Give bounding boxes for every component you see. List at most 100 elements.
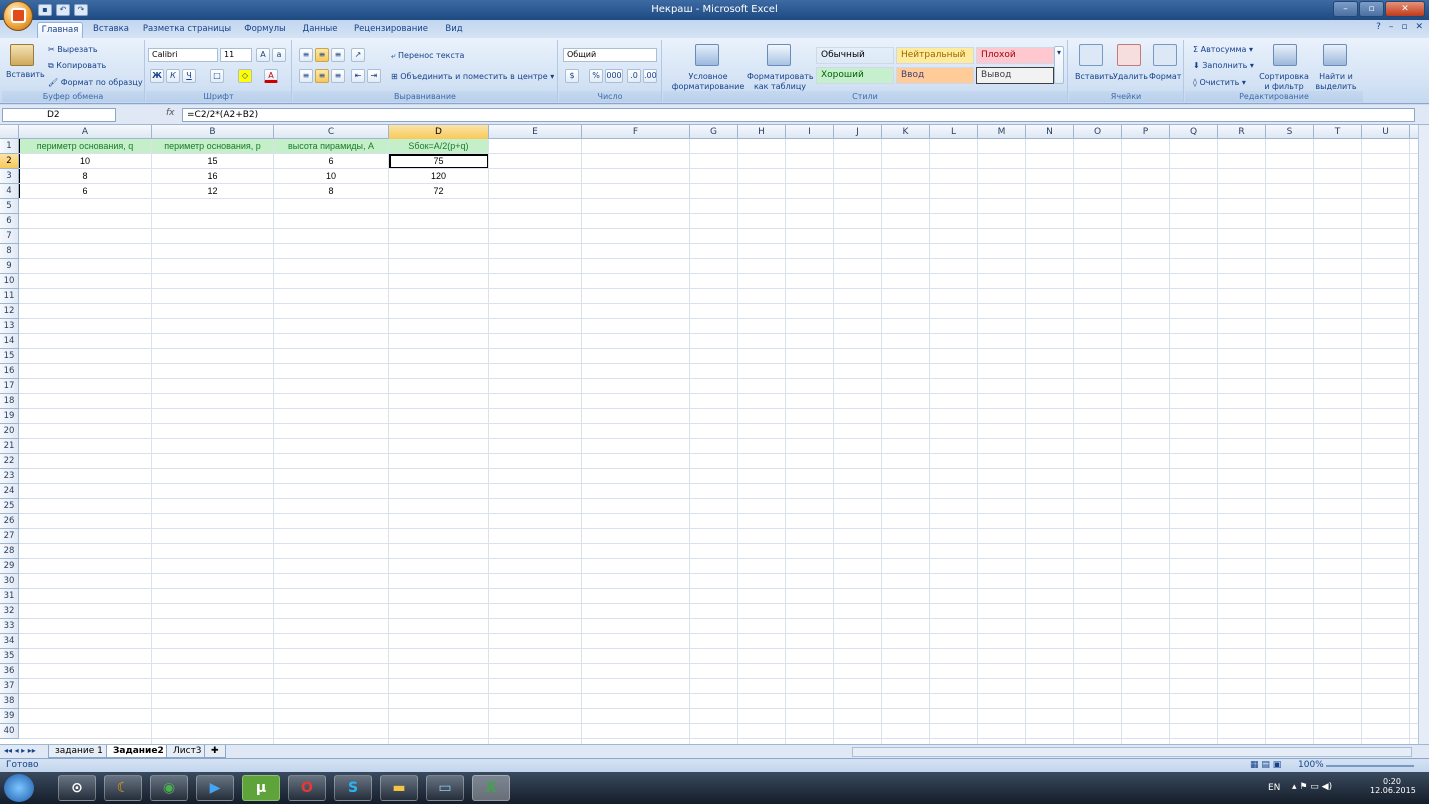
row-header[interactable]: 13 [0,319,19,334]
maximize-button[interactable]: ▫ [1359,1,1384,17]
vertical-scrollbar[interactable] [1418,125,1429,744]
sort-filter-icon[interactable] [1273,44,1297,66]
row-header[interactable]: 33 [0,619,19,634]
format-painter-button[interactable]: 🖌 Формат по образцу [48,78,143,88]
column-header-j[interactable]: J [834,125,882,139]
table-cell[interactable]: 10 [274,169,389,184]
number-format-select[interactable]: Общий [563,48,657,62]
row-header[interactable]: 38 [0,694,19,709]
view-buttons[interactable]: ▦ ▤ ▣ [1250,760,1281,770]
find-select-button[interactable]: Найти и выделить [1313,72,1359,92]
delete-cells-button[interactable]: Удалить [1113,72,1148,82]
row-header[interactable]: 21 [0,439,19,454]
row-header[interactable]: 2 [0,154,19,169]
sort-filter-button[interactable]: Сортировка и фильтр [1259,72,1309,92]
table-header-cell[interactable]: периметр основания, p [152,139,274,154]
align-bottom-icon[interactable]: ≡ [331,48,345,62]
excel-icon[interactable]: X [472,775,510,801]
torrent-icon[interactable]: µ [242,775,280,801]
row-header[interactable]: 30 [0,574,19,589]
save-icon[interactable]: ▪ [38,4,52,16]
orientation-icon[interactable]: ↗ [351,48,365,62]
row-header[interactable]: 28 [0,544,19,559]
column-header-t[interactable]: T [1314,125,1362,139]
row-header[interactable]: 35 [0,649,19,664]
borders-icon[interactable]: □ [210,69,224,83]
wrap-text-button[interactable]: ⤶ Перенос текста [391,51,464,61]
column-header-c[interactable]: C [274,125,389,139]
font-color-icon[interactable]: A [264,69,278,83]
column-header-q[interactable]: Q [1170,125,1218,139]
row-header[interactable]: 11 [0,289,19,304]
table-cell[interactable]: 6 [19,184,152,199]
office-button[interactable] [3,1,33,31]
clear-button[interactable]: ◊ Очистить ▾ [1193,78,1246,88]
sheet-tab-3[interactable]: Лист3 [166,745,209,758]
italic-button[interactable]: К [166,69,180,83]
delete-cells-icon[interactable] [1117,44,1141,66]
row-header[interactable]: 22 [0,454,19,469]
row-header[interactable]: 40 [0,724,19,739]
language-indicator[interactable]: EN [1268,783,1280,793]
row-header[interactable]: 12 [0,304,19,319]
column-header-r[interactable]: R [1218,125,1266,139]
app-icon-1[interactable]: ⊙ [58,775,96,801]
row-header[interactable]: 9 [0,259,19,274]
shrink-font-icon[interactable]: a [272,48,286,62]
row-header[interactable]: 4 [0,184,19,199]
table-header-cell[interactable]: Sбок=A/2(p+q) [389,139,489,154]
row-header[interactable]: 23 [0,469,19,484]
autosum-button[interactable]: Σ Автосумма ▾ [1193,45,1253,55]
format-cells-button[interactable]: Формат [1149,72,1181,82]
row-header[interactable]: 8 [0,244,19,259]
tab-home[interactable]: Главная [37,22,83,38]
table-cell[interactable]: 16 [152,169,274,184]
cut-button[interactable]: ✂ Вырезать [48,45,98,55]
column-header-p[interactable]: P [1122,125,1170,139]
column-header-f[interactable]: F [582,125,690,139]
increase-indent-icon[interactable]: ⇥ [367,69,381,83]
restore-doc-icon[interactable]: ▫ [1401,22,1407,32]
fill-color-icon[interactable]: ◇ [238,69,252,83]
row-header[interactable]: 7 [0,229,19,244]
percent-button[interactable]: % [589,69,603,83]
table-cell[interactable]: 12 [152,184,274,199]
chrome-icon[interactable]: ◉ [150,775,188,801]
row-header[interactable]: 14 [0,334,19,349]
tab-insert[interactable]: Вставка [88,22,134,38]
clock[interactable]: 0:20 12.06.2015 [1370,777,1416,795]
column-header-m[interactable]: M [978,125,1026,139]
zoom-level[interactable]: 100% [1298,760,1324,770]
table-cell[interactable]: 120 [389,169,489,184]
table-cell[interactable]: 6 [274,154,389,169]
column-header-i[interactable]: I [786,125,834,139]
select-all-corner[interactable] [0,125,19,139]
thousands-button[interactable]: 000 [605,69,623,83]
column-header-a[interactable]: A [19,125,152,139]
row-header[interactable]: 27 [0,529,19,544]
copy-button[interactable]: ⧉ Копировать [48,61,106,71]
row-header[interactable]: 15 [0,349,19,364]
align-left-icon[interactable]: ≡ [299,69,313,83]
table-cell[interactable]: 8 [19,169,152,184]
undo-icon[interactable]: ↶ [56,4,70,16]
decrease-indent-icon[interactable]: ⇤ [351,69,365,83]
row-header[interactable]: 39 [0,709,19,724]
sheet-tab-1[interactable]: задание 1 [48,745,110,758]
row-header[interactable]: 26 [0,514,19,529]
row-header[interactable]: 16 [0,364,19,379]
row-header[interactable]: 34 [0,634,19,649]
row-header[interactable]: 31 [0,589,19,604]
font-size-select[interactable]: 11 [220,48,252,62]
align-center-icon[interactable]: ≡ [315,69,329,83]
row-header[interactable]: 3 [0,169,19,184]
start-button[interactable] [4,774,34,802]
merge-center-button[interactable]: ⊞ Объединить и поместить в центре ▾ [391,72,554,82]
skype-icon[interactable]: S [334,775,372,801]
formula-input[interactable]: =C2/2*(A2+B2) [182,108,1415,122]
column-header-s[interactable]: S [1266,125,1314,139]
close-doc-icon[interactable]: ✕ [1415,22,1423,32]
tab-data[interactable]: Данные [298,22,342,38]
row-header[interactable]: 6 [0,214,19,229]
row-header[interactable]: 19 [0,409,19,424]
